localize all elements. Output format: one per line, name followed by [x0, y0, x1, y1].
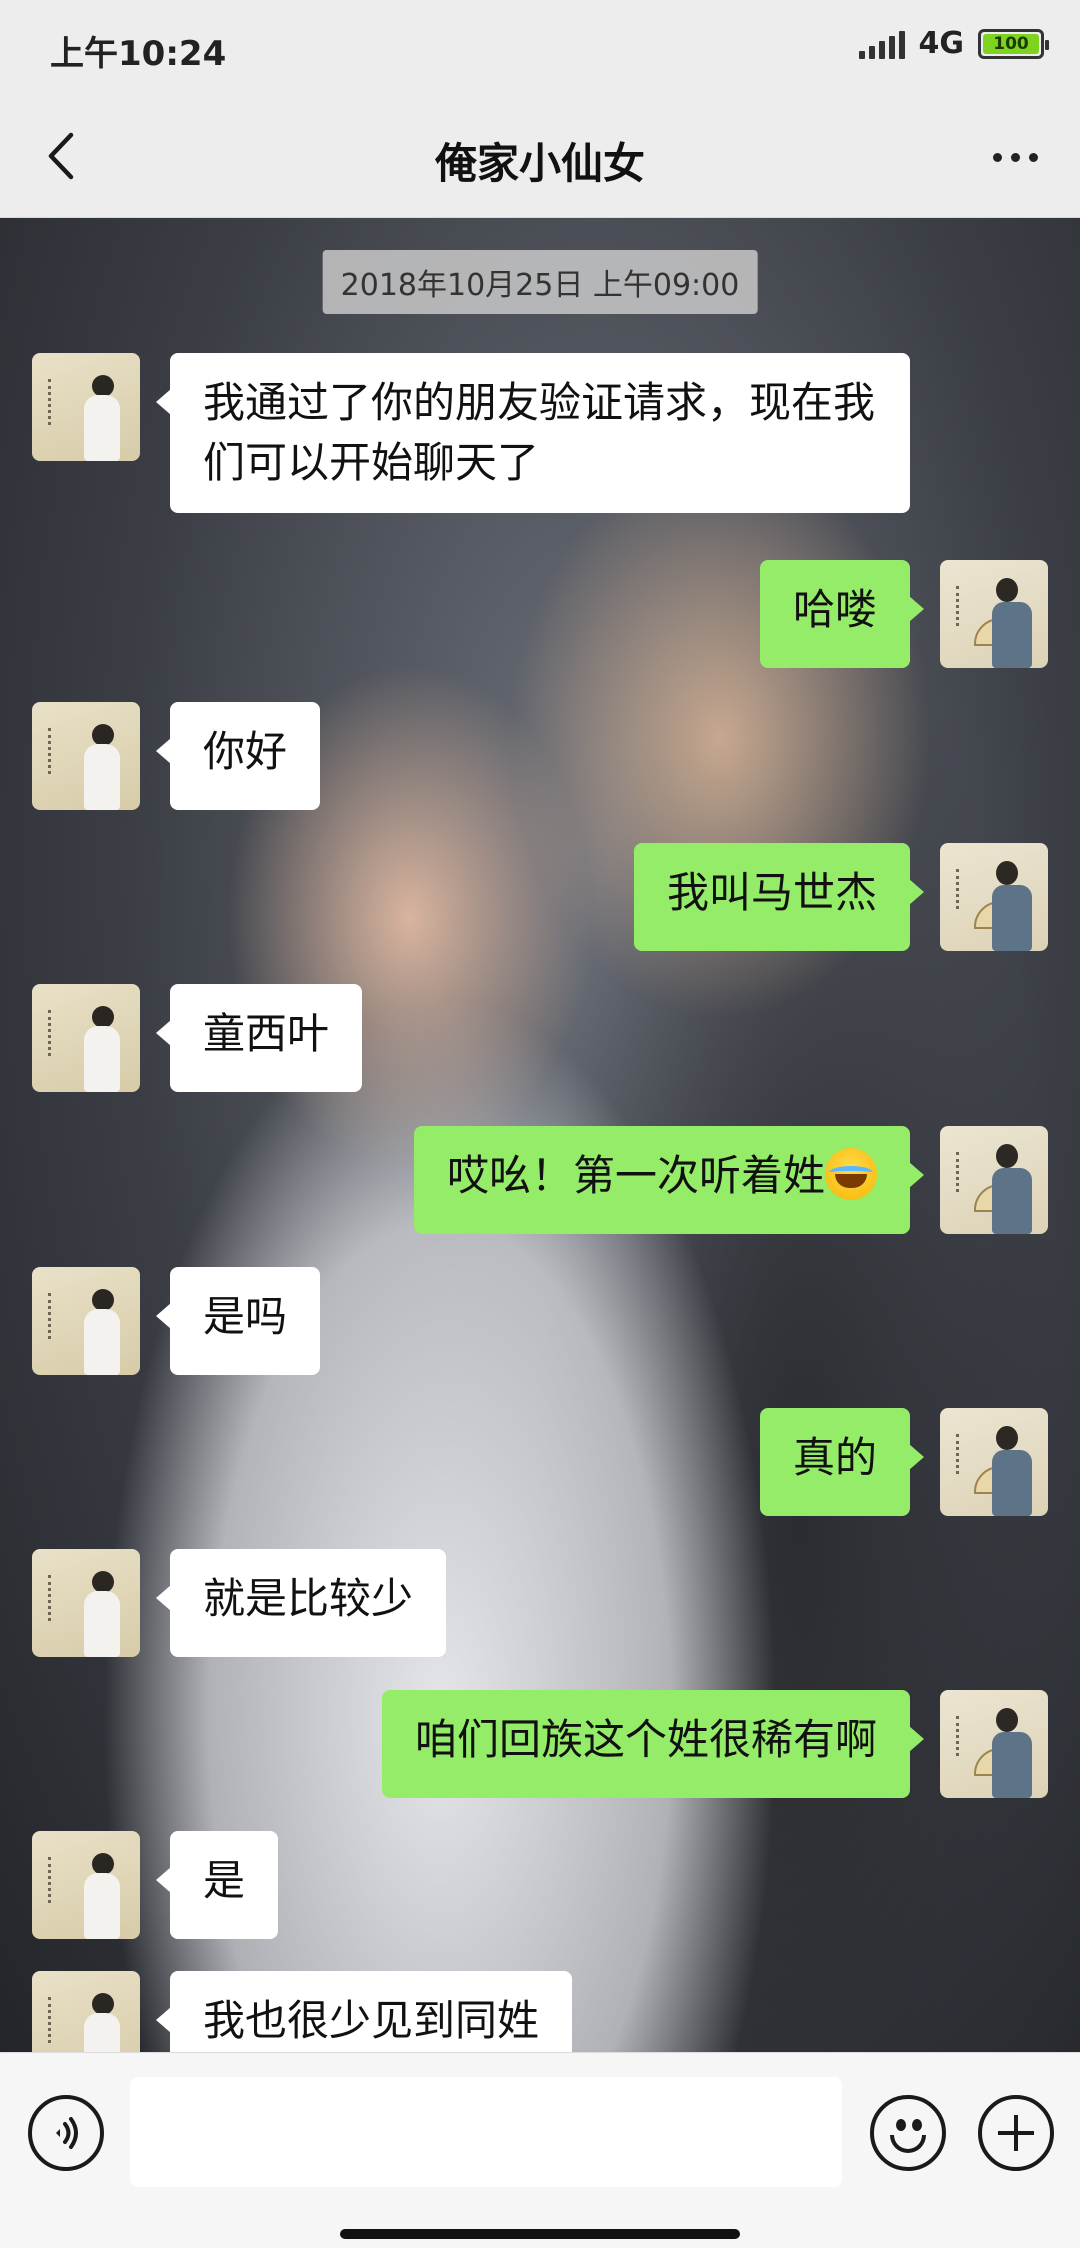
message-row: 咱们回族这个姓很稀有啊 [381, 1690, 1048, 1798]
message-row: 是 [32, 1831, 279, 1939]
message-row: 是吗 [32, 1267, 321, 1375]
more-button[interactable] [980, 130, 1050, 184]
message-bubble[interactable]: 童西叶 [155, 984, 363, 1092]
message-bubble[interactable]: 哈喽 [759, 560, 925, 668]
add-button[interactable] [978, 2095, 1054, 2171]
contact-avatar[interactable] [32, 984, 140, 1092]
network-label: 4G [918, 26, 965, 61]
more-dots-icon [992, 152, 1002, 162]
battery-level: 100 [983, 33, 1039, 54]
contact-avatar[interactable] [32, 1267, 140, 1375]
chat-header: 俺家小仙女 [0, 96, 1080, 218]
chat-timestamp: 2018年10月25日 上午09:00 [322, 250, 758, 314]
status-bar: 上午10:24 4G 100 [0, 0, 1080, 96]
message-bubble[interactable]: 就是比较少 [155, 1549, 447, 1657]
voice-button[interactable] [28, 2095, 104, 2171]
my-avatar[interactable] [940, 1126, 1048, 1234]
message-bubble[interactable]: 真的 [759, 1408, 925, 1516]
message-row: 就是比较少 [32, 1549, 447, 1657]
home-indicator[interactable] [340, 2229, 740, 2239]
battery-icon: 100 [978, 28, 1049, 59]
contact-avatar[interactable] [32, 1971, 140, 2052]
message-input[interactable] [130, 2077, 842, 2187]
message-row: 哎吆！第一次听着姓 [413, 1126, 1048, 1234]
my-avatar[interactable] [940, 560, 1048, 668]
contact-avatar[interactable] [32, 353, 140, 461]
message-row: 你好 [32, 702, 321, 810]
message-row: 真的 [759, 1408, 1048, 1516]
voice-icon [56, 2117, 78, 2149]
smiley-icon [896, 2119, 906, 2131]
message-bubble[interactable]: 我也很少见到同姓 [155, 1971, 573, 2052]
emoji-button[interactable] [870, 2095, 946, 2171]
message-bubble[interactable]: 我通过了你的朋友验证请求，现在我们可以开始聊天了 [156, 353, 910, 513]
contact-avatar[interactable] [32, 1549, 140, 1657]
chat-title: 俺家小仙女 [434, 139, 645, 188]
input-bar [0, 2052, 1080, 2248]
message-bubble[interactable]: 我叫马世杰 [633, 843, 925, 951]
chat-area[interactable]: 2018年10月25日 上午09:00 我通过了你的朋友验证请求，现在我们可以开… [0, 218, 1080, 2052]
status-indicators: 4G 100 [858, 26, 1049, 61]
message-row: 我通过了你的朋友验证请求，现在我们可以开始聊天了 [32, 353, 910, 513]
message-row: 我叫马世杰 [633, 843, 1048, 951]
my-avatar[interactable] [940, 1408, 1048, 1516]
message-bubble[interactable]: 你好 [155, 702, 321, 810]
contact-avatar[interactable] [32, 702, 140, 810]
contact-avatar[interactable] [32, 1831, 140, 1939]
status-time: 上午10:24 [50, 34, 227, 74]
message-bubble[interactable]: 是吗 [155, 1267, 321, 1375]
message-bubble[interactable]: 是 [155, 1831, 279, 1939]
message-bubble[interactable]: 哎吆！第一次听着姓 [413, 1126, 925, 1234]
my-avatar[interactable] [940, 843, 1048, 951]
message-row: 童西叶 [32, 984, 363, 1092]
my-avatar[interactable] [940, 1690, 1048, 1798]
message-row: 我也很少见到同姓 [32, 1971, 573, 2052]
message-bubble[interactable]: 咱们回族这个姓很稀有啊 [381, 1690, 925, 1798]
message-text: 哎吆！第一次听着姓 [446, 1151, 825, 1200]
laughing-tears-emoji-icon [825, 1148, 877, 1200]
message-row: 哈喽 [759, 560, 1048, 668]
signal-icon [858, 29, 905, 59]
